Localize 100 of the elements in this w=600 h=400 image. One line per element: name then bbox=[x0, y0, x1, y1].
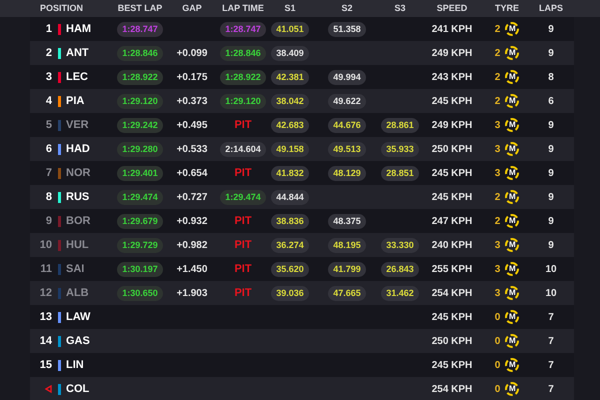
speed-value: 250 KPH bbox=[432, 142, 472, 156]
sector-time: 28.861 bbox=[381, 118, 419, 132]
driver-code: ANT bbox=[66, 46, 89, 61]
best-lap-time: 1:30.650 bbox=[117, 286, 163, 300]
standings-row[interactable]: 2 ANT 1:28.846 +0.099 1:28.846 38.409 249 KPH 2 M 9 bbox=[30, 41, 574, 65]
tyre-compound-badge: M bbox=[505, 310, 520, 324]
driver-code: HAM bbox=[66, 22, 92, 37]
speed-value: 249 KPH bbox=[432, 46, 472, 60]
column-header[interactable]: SPEED bbox=[436, 2, 468, 16]
pit-label: PIT bbox=[234, 118, 252, 133]
standings-row[interactable]: 6 HAD 1:29.280 +0.533 2:14.604 49.158 49.513 35.933 250 KPH 3 M 9 bbox=[30, 137, 574, 161]
tyre-compound-badge: M bbox=[505, 286, 520, 300]
position-number: 14 bbox=[40, 334, 52, 349]
driver-code: LIN bbox=[66, 358, 84, 373]
speed-value: 254 KPH bbox=[432, 286, 472, 300]
column-header[interactable]: POSITION bbox=[40, 2, 84, 16]
tyre-age: 2 bbox=[494, 94, 500, 108]
speed-value: 243 KPH bbox=[432, 70, 472, 84]
position-number: 5 bbox=[46, 118, 52, 133]
speed-value: 255 KPH bbox=[432, 262, 472, 276]
lap-time: 1:29.120 bbox=[220, 94, 266, 108]
column-header[interactable]: S2 bbox=[341, 2, 352, 16]
laps-count: 9 bbox=[548, 214, 554, 228]
tyre-age: 3 bbox=[494, 166, 500, 180]
tyre-age: 2 bbox=[494, 214, 500, 228]
column-header[interactable]: GAP bbox=[182, 2, 202, 16]
laps-count: 9 bbox=[548, 142, 554, 156]
standings-row[interactable]: 14 GAS 250 KPH 0 M 7 bbox=[30, 329, 574, 353]
position-number: 15 bbox=[40, 358, 52, 373]
lap-time: 1:28.846 bbox=[220, 46, 266, 60]
driver-code: HUL bbox=[66, 238, 89, 253]
sector-time: 48.375 bbox=[328, 214, 366, 228]
standings-row[interactable]: COL 254 KPH 0 M 7 bbox=[30, 377, 574, 400]
tyre-compound-badge: M bbox=[505, 238, 520, 252]
sector-time: 38.409 bbox=[271, 46, 309, 60]
best-lap-time: 1:28.846 bbox=[117, 46, 163, 60]
speed-value: 247 KPH bbox=[432, 214, 472, 228]
tyre-age: 3 bbox=[494, 286, 500, 300]
position-number: 8 bbox=[46, 190, 52, 205]
gap-time: +0.175 bbox=[176, 70, 208, 84]
laps-count: 7 bbox=[548, 334, 554, 348]
sector-time: 35.933 bbox=[381, 142, 419, 156]
laps-count: 10 bbox=[545, 286, 557, 300]
pit-label: PIT bbox=[234, 166, 252, 181]
position-number: 1 bbox=[46, 22, 52, 37]
sector-time: 49.994 bbox=[328, 70, 366, 84]
gap-time: +0.533 bbox=[176, 142, 208, 156]
laps-count: 9 bbox=[548, 190, 554, 204]
sector-time: 41.799 bbox=[328, 262, 366, 276]
driver-code: SAI bbox=[66, 262, 84, 277]
speed-value: 240 KPH bbox=[432, 238, 472, 252]
sector-time: 28.851 bbox=[381, 166, 419, 180]
tyre-age: 3 bbox=[494, 142, 500, 156]
position-number: 2 bbox=[46, 46, 52, 61]
column-header[interactable]: S3 bbox=[394, 2, 406, 16]
column-header[interactable]: TYRE bbox=[494, 2, 519, 16]
gap-time: +0.932 bbox=[176, 214, 208, 228]
sector-time: 35.620 bbox=[271, 262, 309, 276]
driver-code: LEC bbox=[66, 70, 88, 85]
sector-time: 51.358 bbox=[328, 22, 366, 36]
tyre-compound-badge: M bbox=[505, 22, 520, 36]
driver-code: VER bbox=[66, 118, 89, 133]
standings-row[interactable]: 8 RUS 1:29.474 +0.727 1:29.474 44.844 245 KPH 2 M 9 bbox=[30, 185, 574, 209]
tyre-age: 0 bbox=[494, 358, 500, 372]
laps-count: 6 bbox=[548, 94, 554, 108]
column-header[interactable]: LAPS bbox=[538, 2, 563, 16]
position-number: 11 bbox=[40, 262, 52, 277]
position-number: 6 bbox=[46, 142, 52, 157]
speed-value: 249 KPH bbox=[432, 118, 472, 132]
position-number: 13 bbox=[40, 310, 52, 325]
lap-time: 1:28.747 bbox=[220, 22, 266, 36]
speed-value: 245 KPH bbox=[432, 166, 472, 180]
tyre-compound-badge: M bbox=[505, 190, 520, 204]
sector-time: 41.832 bbox=[271, 166, 309, 180]
gap-time: +0.373 bbox=[176, 94, 208, 108]
pit-label: PIT bbox=[234, 262, 252, 277]
column-header[interactable]: BEST LAP bbox=[118, 2, 162, 16]
gap-time: +0.982 bbox=[176, 238, 208, 252]
position-number: 10 bbox=[40, 238, 52, 253]
sector-time: 49.513 bbox=[328, 142, 366, 156]
speed-value: 245 KPH bbox=[432, 310, 472, 324]
standings-row[interactable]: 4 PIA 1:29.120 +0.373 1:29.120 38.042 49.622 245 KPH 2 M 6 bbox=[30, 89, 574, 113]
standings-row[interactable]: 12 ALB 1:30.650 +1.903 PIT 39.036 47.665 31.462 254 KPH 3 M 10 bbox=[30, 281, 574, 305]
tyre-compound-badge: M bbox=[505, 118, 520, 132]
tyre-age: 0 bbox=[494, 310, 500, 324]
laps-count: 9 bbox=[548, 118, 554, 132]
tyre-age: 2 bbox=[494, 70, 500, 84]
driver-code: ALB bbox=[66, 286, 89, 301]
tyre-compound-badge: M bbox=[505, 382, 520, 396]
tyre-age: 0 bbox=[494, 334, 500, 348]
standings-row[interactable]: 10 HUL 1:29.729 +0.982 PIT 36.274 48.195 33.330 240 KPH 3 M 9 bbox=[30, 233, 574, 257]
tyre-compound-badge: M bbox=[505, 358, 520, 372]
best-lap-time: 1:30.197 bbox=[117, 262, 163, 276]
best-lap-time: 1:29.679 bbox=[117, 214, 163, 228]
tyre-age: 3 bbox=[494, 118, 500, 132]
tyre-compound-badge: M bbox=[505, 46, 520, 60]
best-lap-time: 1:29.401 bbox=[117, 166, 163, 180]
column-header[interactable]: S1 bbox=[284, 2, 296, 16]
column-header[interactable]: LAP TIME bbox=[222, 2, 264, 16]
position-number: 9 bbox=[46, 214, 52, 229]
